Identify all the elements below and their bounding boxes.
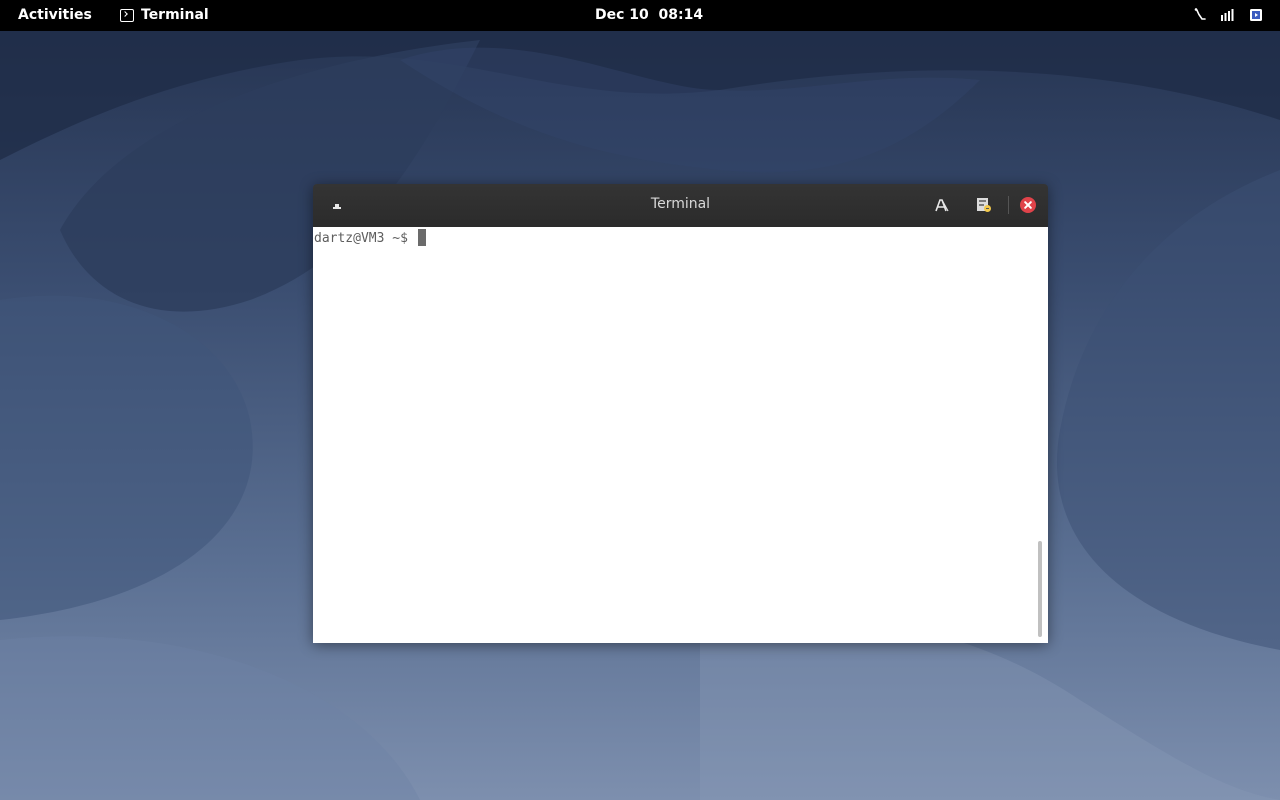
app-menu-button[interactable]: Terminal — [120, 7, 209, 23]
power-menu-icon[interactable] — [1248, 7, 1264, 23]
terminal-scrollbar[interactable] — [1034, 227, 1048, 643]
volume-icon[interactable] — [1220, 7, 1236, 23]
text-cursor — [417, 229, 426, 246]
search-icon[interactable] — [933, 196, 951, 214]
activities-button[interactable]: Activities — [18, 7, 92, 23]
titlebar-separator — [1008, 196, 1009, 214]
terminal-window[interactable]: Terminal dartz@VM3 ~$ — [313, 184, 1048, 643]
menu-icon[interactable] — [975, 196, 993, 214]
clock[interactable]: Dec 10 08:14 — [595, 7, 703, 23]
terminal-app-icon — [120, 8, 134, 22]
terminal-content[interactable]: dartz@VM3 ~$ — [313, 227, 1048, 643]
scrollbar-thumb[interactable] — [1038, 541, 1042, 637]
window-titlebar[interactable]: Terminal — [313, 184, 1048, 227]
system-tray[interactable] — [1192, 7, 1264, 23]
prompt-line: dartz@VM3 ~$ — [314, 229, 426, 248]
app-menu-label: Terminal — [141, 7, 209, 23]
shell-prompt: dartz@VM3 ~$ — [314, 231, 416, 246]
top-bar: Activities Terminal Dec 10 08:14 — [0, 0, 1280, 31]
accessibility-icon[interactable] — [1192, 7, 1208, 23]
close-icon[interactable] — [1020, 197, 1036, 213]
